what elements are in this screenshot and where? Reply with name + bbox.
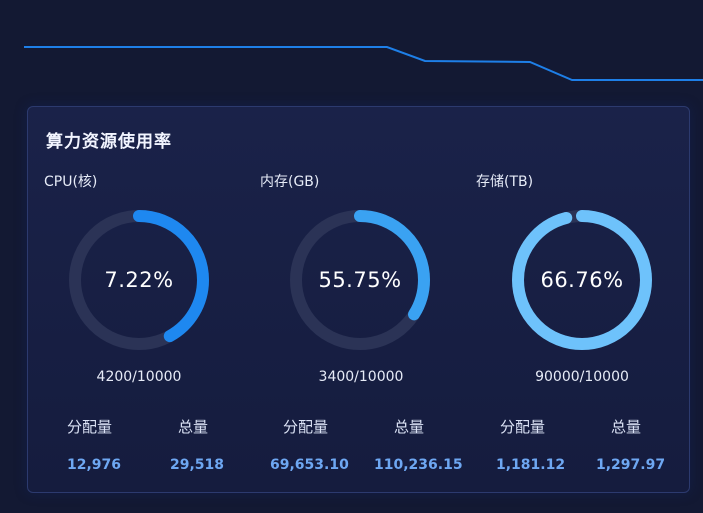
storage-allocated-value: 1,181.12 [496, 457, 566, 473]
cpu-card: CPU(核) 7.22% 4200/10000 分配量 总量 12,976 29… [44, 171, 244, 473]
memory-allocated-value: 69,653.10 [270, 457, 349, 473]
memory-total-label: 总量 [394, 418, 425, 436]
cpu-ring: 7.22% [66, 207, 212, 353]
storage-total-value: 1,297.97 [596, 457, 666, 473]
panel-title: 算力资源使用率 [46, 132, 172, 152]
memory-card: 内存(GB) 55.75% 3400/10000 分配量 总量 69,653.1… [260, 171, 463, 473]
cpu-allocated-label: 分配量 [67, 418, 113, 436]
dashboard-stage: 算力资源使用率 CPU(核) 7.22% 4200/10000 分配量 总量 1… [0, 0, 703, 513]
cpu-percent: 7.22% [104, 268, 174, 292]
storage-label: 存储(TB) [476, 174, 534, 190]
memory-ratio: 3400/10000 [318, 369, 404, 385]
memory-ring: 55.75% [287, 207, 433, 353]
cpu-total-value: 29,518 [170, 457, 225, 473]
storage-allocated-label: 分配量 [500, 418, 546, 436]
cpu-label: CPU(核) [44, 174, 98, 190]
compute-usage-panel: 算力资源使用率 CPU(核) 7.22% 4200/10000 分配量 总量 1… [27, 106, 690, 493]
cpu-total-label: 总量 [178, 418, 209, 436]
storage-ratio: 90000/10000 [535, 369, 629, 385]
memory-total-value: 110,236.15 [374, 457, 463, 473]
cpu-ratio: 4200/10000 [96, 369, 182, 385]
header-decoration-line [24, 46, 703, 81]
memory-label: 内存(GB) [260, 174, 320, 190]
storage-total-label: 总量 [611, 418, 642, 436]
storage-card: 存储(TB) 66.76% 90000/10000 分配量 总量 1,181.1… [476, 171, 676, 473]
storage-percent: 66.76% [540, 268, 624, 292]
storage-ring: 66.76% [509, 207, 655, 353]
cpu-allocated-value: 12,976 [67, 457, 122, 473]
memory-percent: 55.75% [318, 268, 402, 292]
memory-allocated-label: 分配量 [283, 418, 329, 436]
